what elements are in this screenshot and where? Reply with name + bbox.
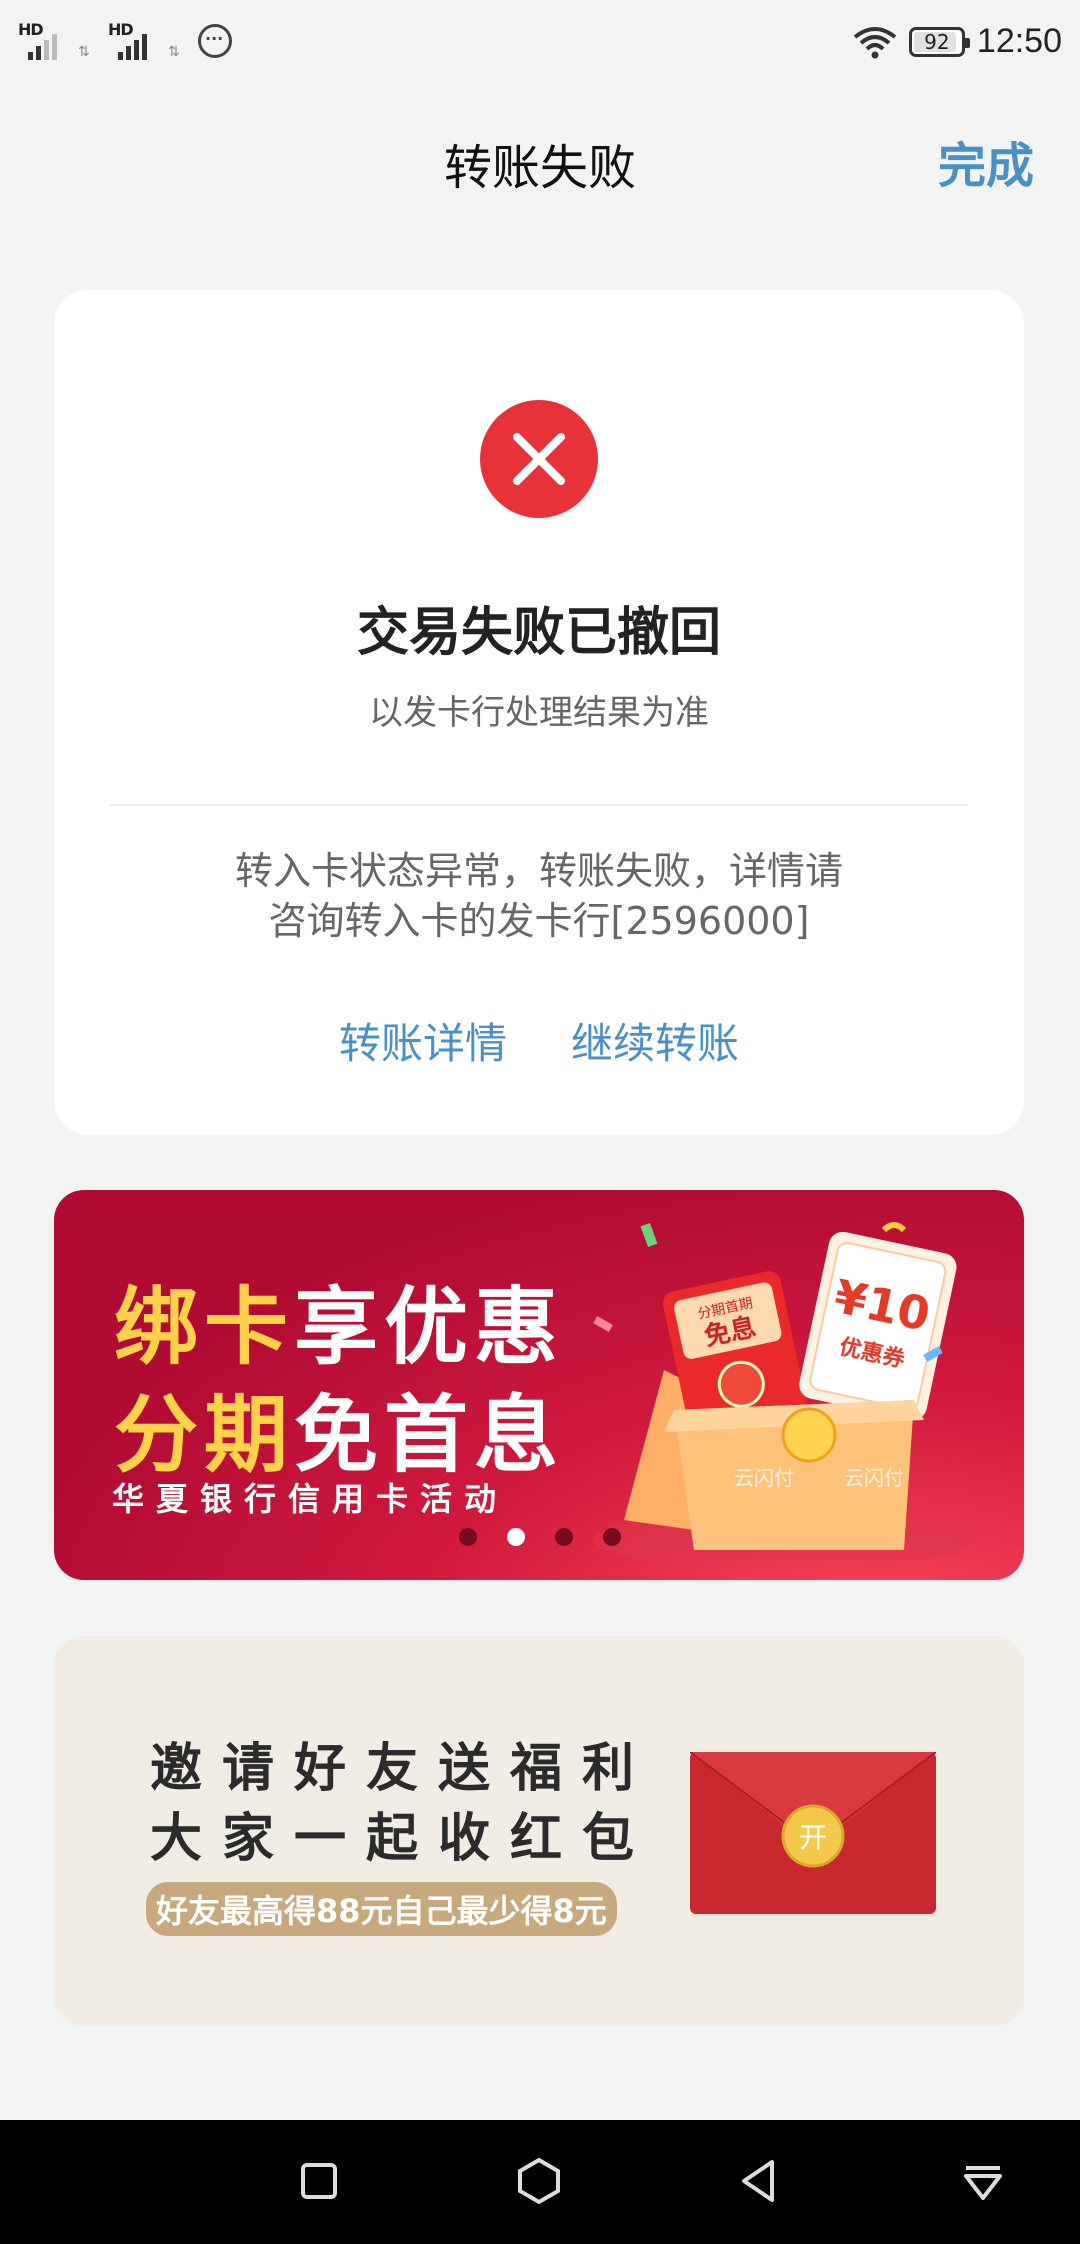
recent-apps-icon[interactable]	[294, 2156, 344, 2206]
wifi-icon	[853, 26, 897, 58]
invite-headline: 大家一起收红包	[150, 1809, 655, 1869]
notification-pull-icon[interactable]	[958, 2156, 1008, 2206]
carousel-dot[interactable]	[603, 1528, 621, 1546]
home-icon[interactable]	[514, 2156, 564, 2206]
failure-reason-line: 转入卡状态异常，转账失败，详情请	[234, 849, 843, 893]
failure-reason: 转入卡状态异常，转账失败，详情请 咨询转入卡的发卡行[2596000]	[134, 846, 944, 946]
banner-headline: 分期免首息	[114, 1386, 565, 1484]
result-card: 交易失败已撤回 以发卡行处理结果为准 转入卡状态异常，转账失败，详情请 咨询转入…	[54, 290, 1024, 1135]
header: 转账失败 完成	[0, 120, 1080, 200]
message-icon	[198, 24, 232, 58]
result-subtitle: 以发卡行处理结果为准	[369, 693, 709, 733]
carousel-dot-active[interactable]	[507, 1528, 525, 1546]
carousel-dot[interactable]	[555, 1528, 573, 1546]
invite-friends-banner[interactable]: 邀请好友送福利 大家一起收红包 好友最高得88元自己最少得8元 开	[54, 1636, 1024, 2026]
carousel-indicator	[459, 1528, 621, 1546]
continue-transfer-link[interactable]: 继续转账	[571, 1010, 739, 1071]
result-actions: 转账详情 继续转账	[54, 1010, 1024, 1071]
clock: 12:50	[976, 22, 1062, 60]
transfer-details-link[interactable]: 转账详情	[339, 1010, 507, 1071]
banner-subtitle: 华夏银行信用卡活动	[112, 1480, 509, 1518]
error-x-icon	[480, 400, 598, 518]
box-brand: 云闪付	[734, 1466, 794, 1490]
cell-signal-icon: HD ⇅	[18, 20, 90, 60]
gift-box-illustration: 分期首期 免息 ¥10 优惠券 云闪付 云闪付	[593, 1222, 974, 1560]
done-button[interactable]: 完成	[938, 126, 1034, 196]
status-bar: HD ⇅ HD ⇅ 92 12:50	[0, 0, 1080, 84]
result-title: 交易失败已撤回	[356, 603, 721, 663]
red-envelope-icon: 开	[690, 1752, 936, 1914]
carousel-dot[interactable]	[459, 1528, 477, 1546]
invite-headline: 邀请好友送福利	[150, 1739, 655, 1799]
battery-icon: 92	[908, 26, 970, 57]
box-brand: 云闪付	[844, 1466, 904, 1490]
failure-reason-line: 咨询转入卡的发卡行[2596000]	[268, 899, 810, 943]
system-nav-bar	[0, 2120, 1080, 2244]
reward-pill: 好友最高得88元自己最少得8元	[146, 1882, 617, 1936]
divider	[110, 804, 968, 806]
envelope-seal-text: 开	[799, 1821, 827, 1854]
page-title: 转账失败	[443, 140, 636, 196]
cell-signal-icon: HD ⇅	[108, 20, 180, 60]
banner-headline: 绑卡享优惠	[114, 1278, 565, 1376]
promo-banner-card-offer[interactable]: 绑卡享优惠 分期免首息 华夏银行信用卡活动 分期首期 免息 ¥10 优惠券 云闪…	[54, 1190, 1024, 1580]
back-icon[interactable]	[734, 2156, 784, 2206]
